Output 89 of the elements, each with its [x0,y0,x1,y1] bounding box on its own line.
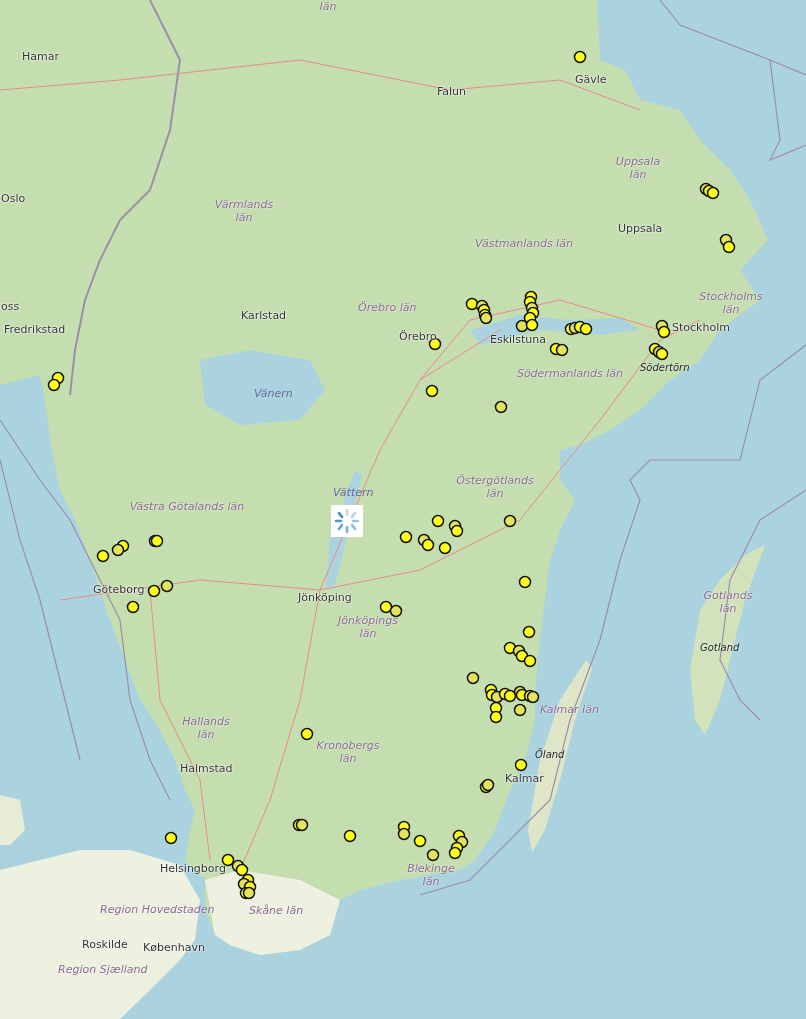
map-marker[interactable] [164,831,178,845]
map-marker[interactable] [526,690,540,704]
region-label: Region Sjælland [58,963,148,976]
city-label: Roskilde [82,938,128,951]
city-label: Gävle [575,73,607,86]
city-label: Halmstad [180,762,233,775]
region-label: Region Hovedstaden [100,903,215,916]
map-marker[interactable] [425,384,439,398]
map-marker[interactable] [300,727,314,741]
map-marker[interactable] [413,834,427,848]
region-label: Västmanlands län [474,237,574,250]
map-marker[interactable] [573,50,587,64]
city-label: Hamar [22,50,59,63]
map-marker[interactable] [722,240,736,254]
map-marker[interactable] [518,575,532,589]
region-label: Kalmar län [540,703,599,716]
map-marker[interactable] [706,186,720,200]
city-label: Helsingborg [160,862,226,875]
map-marker[interactable] [96,549,110,563]
island-label: Södertörn [640,361,690,374]
map-marker[interactable] [494,400,508,414]
map-marker[interactable] [503,514,517,528]
region-label: Östergötlands län [455,474,535,500]
map-marker[interactable] [399,530,413,544]
region-label: län [318,0,338,13]
city-label: Eskilstuna [490,333,546,346]
region-label: Uppsala län [614,155,662,181]
city-label: Kalmar [505,772,544,785]
map-marker[interactable] [160,579,174,593]
island-label: Gotland [700,641,740,654]
map-marker[interactable] [513,703,527,717]
region-label: Värmlands län [213,198,275,224]
map-marker[interactable] [235,863,249,877]
map-marker[interactable] [397,827,411,841]
region-label: Blekinge län [406,862,456,888]
city-label: Fredrikstad [4,323,66,336]
map-marker[interactable] [389,604,403,618]
map-marker[interactable] [47,378,61,392]
map-marker[interactable] [111,543,125,557]
map-marker[interactable] [295,818,309,832]
city-label: Örebro [399,330,437,343]
city-label: Oslo [1,192,26,205]
map-marker[interactable] [438,541,452,555]
map-marker[interactable] [514,758,528,772]
map-marker[interactable] [522,625,536,639]
map-marker[interactable] [150,534,164,548]
lake-label: Vänern [254,387,293,400]
city-label: Göteborg [93,583,145,596]
region-label: Jönköpings län [338,614,398,640]
map-marker[interactable] [555,343,569,357]
region-label: Gotlands län [702,589,754,615]
map-marker[interactable] [523,654,537,668]
map-marker[interactable] [426,848,440,862]
map-marker[interactable] [481,778,495,792]
city-label: Jönköping [298,591,352,604]
map-marker[interactable] [431,514,445,528]
region-label: Örebro län [358,301,417,314]
region-label: Kronobergs län [315,739,381,765]
region-label: Hallands län [181,715,231,741]
map-marker[interactable] [448,846,462,860]
region-label: Skåne län [249,904,304,917]
city-label: oss [1,300,20,313]
map-marker[interactable] [147,584,161,598]
map-marker[interactable] [503,689,517,703]
lake-label: Vättern [333,486,374,499]
region-label: Södermanlands län [515,367,625,380]
map-marker[interactable] [655,347,669,361]
map-marker[interactable] [465,297,479,311]
region-label: Stockholms län [699,290,763,316]
city-label: Uppsala [618,222,663,235]
map-marker[interactable] [579,322,593,336]
map-marker[interactable] [343,829,357,843]
map-marker[interactable] [466,671,480,685]
island-label: Öland [535,748,565,761]
city-label: Falun [437,85,467,98]
region-label: Västra Götalands län [128,500,246,513]
map-marker[interactable] [525,318,539,332]
city-label: København [143,941,205,954]
map-marker[interactable] [450,524,464,538]
map-marker[interactable] [479,311,493,325]
city-label: Stockholm [672,321,730,334]
map-marker[interactable] [379,600,393,614]
map-marker[interactable] [489,710,503,724]
city-label: Karlstad [241,309,287,322]
map-marker[interactable] [126,600,140,614]
loading-spinner-icon [331,505,363,537]
map-marker[interactable] [421,538,435,552]
map-marker[interactable] [242,886,256,900]
map-marker[interactable] [657,325,671,339]
